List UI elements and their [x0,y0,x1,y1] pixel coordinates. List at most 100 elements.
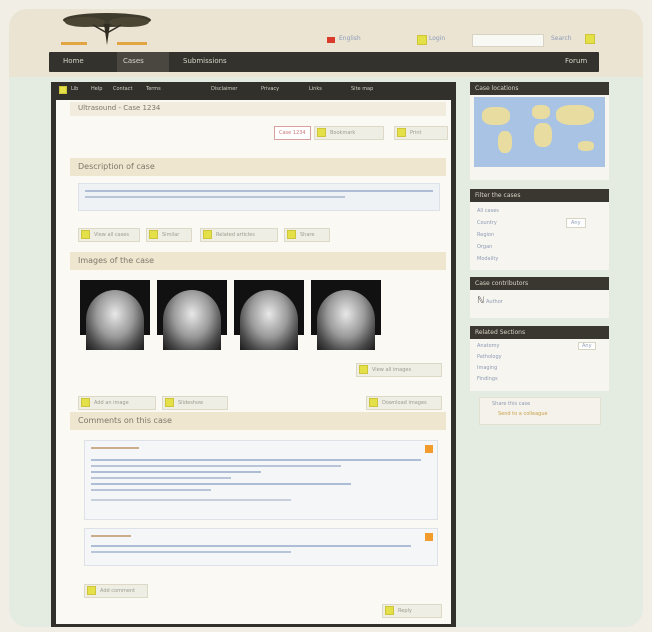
description-header: Description of case [70,158,446,176]
comment-author [91,447,139,449]
subnav-lib[interactable]: Lib [71,86,78,92]
rss-icon[interactable] [425,533,433,541]
subnav-terms[interactable]: Terms [146,86,161,92]
subnav-disclaimer[interactable]: Disclaimer [211,86,237,92]
related-value[interactable]: Any [578,342,596,350]
language-link[interactable]: English [339,35,361,42]
send-link[interactable]: Send to a colleague [498,411,548,417]
filter-item[interactable]: Country [477,220,497,226]
description-line [85,196,345,198]
nav-forum[interactable]: Forum [565,57,587,65]
ultrasound-thumbnail[interactable] [80,280,150,350]
comment-line [91,483,351,485]
related-panel-body: Anatomy Any Pathology Imaging Findings [470,339,609,391]
subnav-contact[interactable]: Contact [113,86,132,92]
bookmark-icon [317,128,326,137]
filter-item[interactable]: All cases [477,208,499,214]
images-icon [359,365,368,374]
slideshow-icon [165,398,174,407]
article-icon [203,230,212,239]
author-link[interactable]: Author [486,299,503,305]
slideshow-button[interactable]: Slideshow [162,396,228,410]
related-item[interactable]: Findings [477,376,498,382]
related-item[interactable]: Pathology [477,354,502,360]
subnav-links[interactable]: Links [309,86,322,92]
comment-line [91,465,341,467]
main-content-panel: Lib Help Contact Terms Disclaimer Privac… [51,82,456,627]
utility-links: English Login Search [309,33,609,47]
share-button[interactable]: Share [284,228,330,242]
related-articles-button[interactable]: Related articles [200,228,278,242]
case-title-bar: Ultrasound - Case 1234 [70,102,446,116]
search-go-icon[interactable] [585,34,595,44]
browser-frame: English Login Search Home Cases Submissi… [9,9,643,627]
print-button[interactable]: Print [394,126,448,140]
rss-icon[interactable] [425,445,433,453]
download-icon [369,398,378,407]
subnav-sitemap[interactable]: Site map [351,86,373,92]
comment-line [91,499,291,501]
contributor-panel-body: ℕ Author [470,290,609,318]
ultrasound-thumbnail[interactable] [157,280,227,350]
related-item[interactable]: Imaging [477,365,497,371]
search-link[interactable]: Search [551,35,572,42]
case-title: Ultrasound - Case 1234 [78,104,161,112]
user-icon: ℕ [477,296,485,306]
login-icon[interactable] [417,35,427,45]
login-link[interactable]: Login [429,35,445,42]
map-panel-header: Case locations [470,82,609,95]
filter-item[interactable]: Organ [477,244,492,250]
contributor-panel: Case contributors ℕ Author [470,277,609,321]
bookmark-button[interactable]: Bookmark [314,126,384,140]
filter-panel-header: Filter the cases [470,189,609,202]
comment-line [91,489,211,491]
world-map[interactable] [474,97,605,167]
list-icon [81,230,90,239]
filter-select[interactable]: Any [566,218,586,228]
ultrasound-thumbnail[interactable] [234,280,304,350]
print-icon [397,128,406,137]
comment-line [91,471,261,473]
images-header: Images of the case [70,252,446,270]
filter-item[interactable]: Modality [477,256,498,262]
related-panel: Related Sections Anatomy Any Pathology I… [470,326,609,391]
similar-button[interactable]: Similar [146,228,192,242]
comment-card [84,528,438,566]
nav-submissions[interactable]: Submissions [183,57,227,65]
reply-icon [385,606,394,615]
map-panel-body [470,95,609,180]
subnav-help[interactable]: Help [91,86,102,92]
nav-home[interactable]: Home [63,57,84,65]
filter-item[interactable]: Region [477,232,494,238]
comment-card [84,440,438,520]
map-panel: Case locations [470,82,609,182]
home-icon[interactable] [59,86,67,94]
site-header: English Login Search Home Cases Submissi… [9,9,643,77]
images-title: Images of the case [78,256,155,265]
comment-line [91,551,291,553]
comment-icon [87,586,96,595]
search-input[interactable] [472,34,544,47]
comments-header: Comments on this case [70,412,446,430]
view-all-cases-button[interactable]: View all cases [78,228,140,242]
share-icon [287,230,296,239]
related-item[interactable]: Anatomy [477,343,500,349]
comment-line [91,477,231,479]
similar-icon [149,230,158,239]
ultrasound-thumbnail[interactable] [311,280,381,350]
download-images-button[interactable]: Download images [366,396,442,410]
add-comment-button[interactable]: Add comment [84,584,148,598]
tree-logo [61,13,151,45]
comment-author [91,535,131,537]
view-all-images-button[interactable]: View all images [356,363,442,377]
language-flag-icon[interactable] [327,37,335,43]
subnav-privacy[interactable]: Privacy [261,86,279,92]
share-text: Share this case [492,401,531,407]
description-box [78,183,440,211]
add-image-icon [81,398,90,407]
nav-cases[interactable]: Cases [123,57,144,65]
add-image-button[interactable]: Add an image [78,396,156,410]
contributor-panel-header: Case contributors [470,277,609,290]
comments-title: Comments on this case [78,416,172,425]
reply-button[interactable]: Reply [382,604,442,618]
